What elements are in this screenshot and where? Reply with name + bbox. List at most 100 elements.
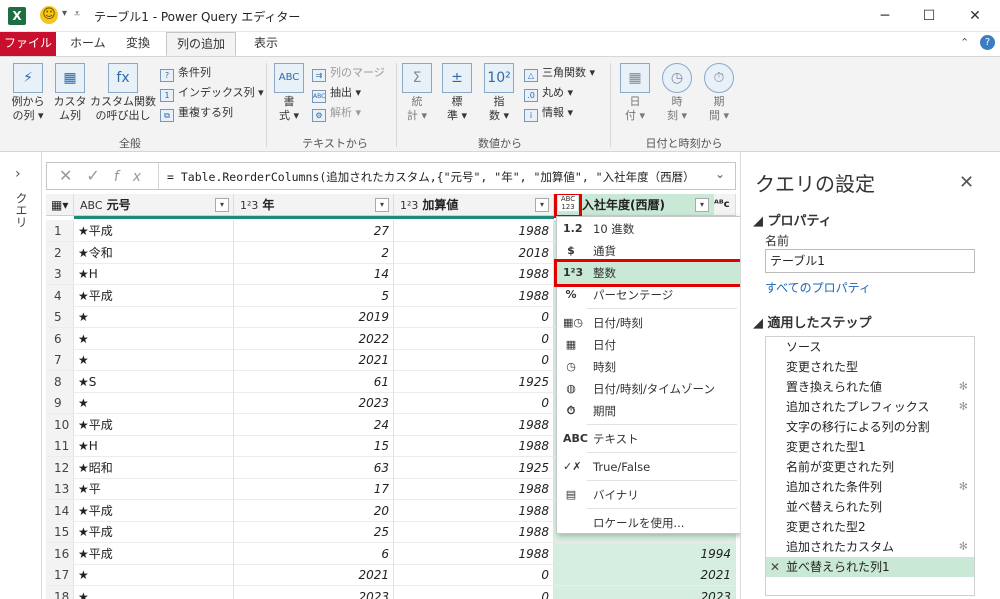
applied-step[interactable]: 名前が変更された列 <box>766 457 974 477</box>
table-cell[interactable]: ★ <box>74 564 234 586</box>
table-cell[interactable]: 20 <box>234 499 394 522</box>
trigonometry-button[interactable]: △ 三角関数 ▾ <box>524 63 595 82</box>
all-properties-link[interactable]: すべてのプロパティ <box>765 279 871 296</box>
close-icon[interactable]: ✕ <box>959 172 974 193</box>
table-cell[interactable]: ★令和 <box>74 241 234 264</box>
column-filter-icon[interactable]: ▾ <box>375 198 389 212</box>
table-cell[interactable]: 2021 <box>554 564 736 586</box>
column-filter-icon[interactable]: ▾ <box>215 198 229 212</box>
table-cell[interactable]: 1994 <box>554 542 736 565</box>
queries-pane[interactable]: › クエリ <box>0 152 42 599</box>
tab-transform[interactable]: 変換 <box>116 32 160 56</box>
table-cell[interactable]: 1988 <box>394 435 554 457</box>
table-cell[interactable]: 2 <box>234 241 394 264</box>
text-type-icon[interactable]: ABC <box>80 199 103 212</box>
tab-home[interactable]: ホーム <box>60 32 116 56</box>
table-cell[interactable]: 17 <box>234 478 394 500</box>
table-cell[interactable]: 1925 <box>394 370 554 393</box>
table-cell[interactable]: 2019 <box>234 306 394 328</box>
table-cell[interactable]: 5 <box>234 284 394 307</box>
parse-button[interactable]: ⚙ 解析 ▾ <box>312 103 361 122</box>
menu-item-type[interactable]: ▦◷ 日付/時刻 <box>557 312 741 334</box>
fx-icon[interactable]: fx <box>114 169 155 185</box>
table-row[interactable]: 17 ★ 2021 0 2021 <box>46 564 736 586</box>
table-cell[interactable]: 6 <box>234 542 394 565</box>
column-header[interactable]: 1²3 加算値 ▾ <box>394 194 554 216</box>
formula-text[interactable]: = Table.ReorderColumns(追加されたカスタム,{"元号", … <box>167 169 712 185</box>
table-cell[interactable]: ★昭和 <box>74 456 234 479</box>
applied-step[interactable]: 追加されたプレフィックス ✻ <box>766 397 974 417</box>
applied-step[interactable]: 変更された型2 <box>766 517 974 537</box>
applied-step[interactable]: ソース <box>766 337 974 357</box>
column-header[interactable]: ABC 元号 ▾ <box>74 194 234 216</box>
whole-number-type-icon[interactable]: 1²3 <box>400 199 418 212</box>
tab-view[interactable]: 表示 <box>244 32 288 56</box>
chevron-right-icon[interactable]: › <box>15 166 21 182</box>
menu-item-type[interactable]: ⏱ 期間 <box>557 400 741 422</box>
standard-button[interactable]: ± 標 準 ▾ <box>440 63 474 123</box>
rounding-button[interactable]: .0 丸め ▾ <box>524 83 573 102</box>
table-cell[interactable]: 1988 <box>394 263 554 285</box>
delete-step-icon[interactable]: ✕ <box>770 557 780 577</box>
menu-item-type[interactable]: ▤ バイナリ <box>557 484 741 506</box>
table-cell[interactable]: 0 <box>394 306 554 328</box>
table-cell[interactable]: 0 <box>394 392 554 414</box>
merge-columns-button[interactable]: ⇉ 列のマージ <box>312 63 385 82</box>
table-cell[interactable]: 25 <box>234 521 394 543</box>
custom-column-button[interactable]: ▦ カスタ ム列 <box>52 63 88 123</box>
table-cell[interactable]: 2021 <box>234 564 394 586</box>
menu-item-type[interactable]: ✓✗ True/False <box>557 456 741 478</box>
table-cell[interactable]: 1988 <box>394 478 554 500</box>
menu-item-type[interactable]: ロケールを使用... <box>557 512 741 534</box>
column-filter-icon[interactable]: ▾ <box>695 198 709 212</box>
column-filter-icon[interactable]: ▾ <box>535 198 549 212</box>
table-cell[interactable]: ★平成 <box>74 413 234 436</box>
table-cell[interactable]: 24 <box>234 413 394 436</box>
format-button[interactable]: ABC 書 式 ▾ <box>272 63 306 123</box>
table-cell[interactable]: 0 <box>394 585 554 599</box>
smiley-icon[interactable]: ☺ <box>40 6 58 24</box>
table-cell[interactable]: 1988 <box>394 542 554 565</box>
table-cell[interactable]: 63 <box>234 456 394 479</box>
table-cell[interactable]: ★ <box>74 349 234 371</box>
table-row[interactable]: 18 ★ 2023 0 2023 <box>46 585 736 599</box>
table-cell[interactable]: 14 <box>234 263 394 285</box>
table-cell[interactable]: ★ <box>74 327 234 350</box>
table-cell[interactable]: 27 <box>234 220 394 242</box>
table-cell[interactable]: ★平 <box>74 478 234 500</box>
extract-button[interactable]: ABC 抽出 ▾ <box>312 83 361 103</box>
table-cell[interactable]: ★平成 <box>74 521 234 543</box>
collapse-ribbon-icon[interactable]: ⌃ <box>960 36 969 49</box>
query-name-input[interactable]: テーブル1 <box>765 249 975 273</box>
gear-icon[interactable]: ✻ <box>959 377 968 397</box>
applied-step[interactable]: 並べ替えられた列 <box>766 497 974 517</box>
table-cell[interactable]: 1988 <box>394 413 554 436</box>
close-button[interactable]: ✕ <box>960 4 990 28</box>
table-cell[interactable]: 15 <box>234 435 394 457</box>
table-row[interactable]: 16 ★平成 6 1988 1994 <box>46 542 736 565</box>
table-cell[interactable]: ★ <box>74 392 234 414</box>
customize-toolbar-icon[interactable]: ⩡ <box>74 7 80 21</box>
table-cell[interactable]: 1988 <box>394 284 554 307</box>
table-cell[interactable]: ★平成 <box>74 499 234 522</box>
confirm-icon[interactable]: ✓ <box>86 166 113 185</box>
menu-item-type[interactable]: % パーセンテージ <box>557 284 741 306</box>
column-from-examples-button[interactable]: ⚡ 例から の列 ▾ <box>6 63 50 123</box>
maximize-button[interactable]: ☐ <box>914 4 944 28</box>
gear-icon[interactable]: ✻ <box>959 537 968 557</box>
table-cell[interactable]: 1988 <box>394 521 554 543</box>
menu-item-type[interactable]: ▦ 日付 <box>557 334 741 356</box>
menu-item-type[interactable]: ◷ 時刻 <box>557 356 741 378</box>
menu-item-type[interactable]: 1.2 10 進数 <box>557 218 741 240</box>
statistics-button[interactable]: Σ 統 計 ▾ <box>400 63 434 123</box>
applied-step[interactable]: 変更された型1 <box>766 437 974 457</box>
gear-icon[interactable]: ✻ <box>959 477 968 497</box>
table-cell[interactable]: ★平成 <box>74 220 234 242</box>
cancel-icon[interactable]: ✕ <box>59 166 86 185</box>
applied-step[interactable]: 追加されたカスタム ✻ <box>766 537 974 557</box>
menu-item-type[interactable]: ABC テキスト <box>557 428 741 450</box>
dropdown-icon[interactable]: ▾ <box>62 8 67 19</box>
gear-icon[interactable]: ✻ <box>959 397 968 417</box>
table-cell[interactable]: 1988 <box>394 499 554 522</box>
table-menu-button[interactable]: ▦▾ <box>46 194 74 216</box>
